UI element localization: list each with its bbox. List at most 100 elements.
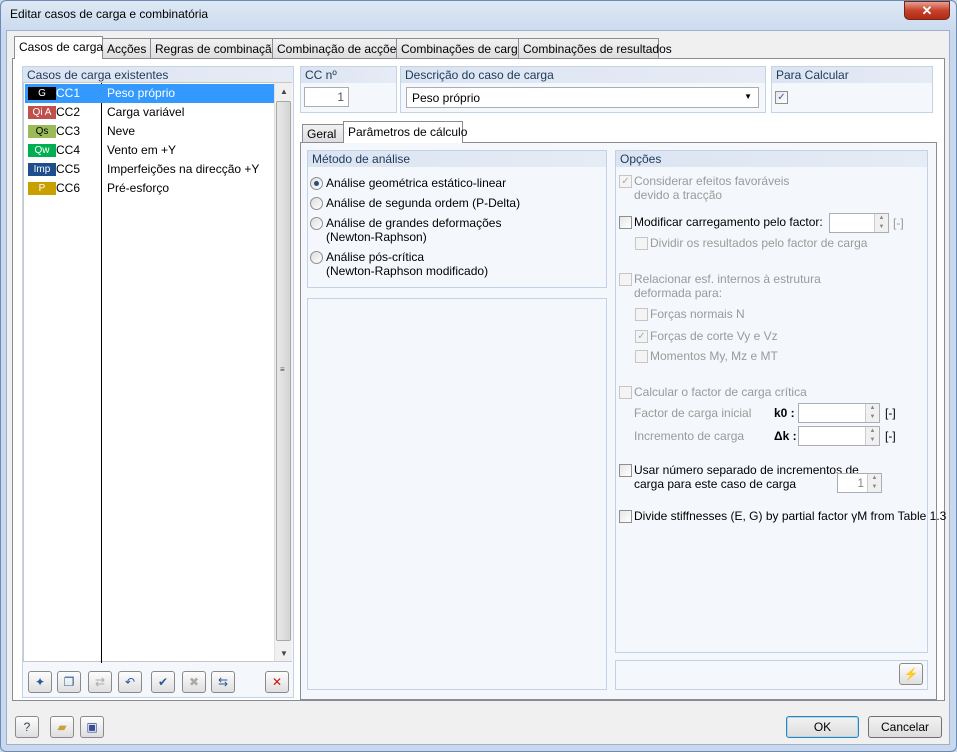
relate-checkbox[interactable] xyxy=(619,273,632,286)
renumber-icon[interactable]: ⇄ xyxy=(88,671,112,693)
moments-checkbox[interactable] xyxy=(635,350,648,363)
divide-results-label: Dividir os resultados pelo factor de car… xyxy=(650,236,868,250)
initial-factor-label: Factor de carga inicial xyxy=(634,406,752,420)
critical-checkbox[interactable] xyxy=(619,386,632,399)
subtab-parametros[interactable]: Parâmetros de cálculo xyxy=(343,121,467,143)
dk-label: Δk : xyxy=(774,429,797,443)
open-folder-icon[interactable]: ▰ xyxy=(50,716,74,738)
load-cases-header: Casos de carga existentes xyxy=(23,67,293,83)
subtab-geral[interactable]: Geral xyxy=(302,124,344,143)
increment-spinner[interactable]: ▲ ▼ xyxy=(798,426,880,446)
tab-combinacoes-resultados[interactable]: Combinações de resultados xyxy=(518,38,672,59)
divide-results-checkbox[interactable] xyxy=(635,237,648,250)
method-radio[interactable] xyxy=(310,251,323,264)
list-scrollbar[interactable]: ▲ ≡ ▼ xyxy=(274,83,292,661)
description-combobox[interactable]: Peso próprio ▼ xyxy=(406,87,759,108)
load-case-description: Pré-esforço xyxy=(107,181,170,195)
load-case-id: CC4 xyxy=(56,143,81,157)
load-case-id: CC6 xyxy=(56,181,81,195)
modify-checkbox[interactable] xyxy=(619,216,632,229)
load-case-row[interactable]: Qi A CC2 Carga variável xyxy=(25,103,275,122)
increment-label: Incremento de carga xyxy=(634,429,745,443)
stiffness-checkbox[interactable] xyxy=(619,510,632,523)
description-value: Peso próprio xyxy=(412,91,481,105)
critical-label: Calcular o factor de carga crítica xyxy=(634,385,807,399)
check-list-icon[interactable]: ✔ xyxy=(151,671,175,693)
cancel-button[interactable]: Cancelar xyxy=(868,716,942,738)
favor-checkbox[interactable]: ✓ xyxy=(619,175,632,188)
load-case-id: CC2 xyxy=(56,105,81,119)
new-load-case-icon[interactable]: ✦ xyxy=(28,671,52,693)
empty-area xyxy=(307,298,607,690)
delete-icon[interactable]: ✕ xyxy=(265,671,289,693)
separate-increments-checkbox[interactable] xyxy=(619,464,632,477)
shear-forces-label: Forças de corte Vy e Vz xyxy=(650,329,778,343)
save-icon[interactable]: ▣ xyxy=(80,716,104,738)
tab-regras[interactable]: Regras de combinação xyxy=(150,38,278,59)
help-icon[interactable]: ? xyxy=(15,716,39,738)
load-case-row[interactable]: Qs CC3 Neve xyxy=(25,122,275,141)
calc-checkbox[interactable]: ✓ xyxy=(775,91,788,104)
load-case-row[interactable]: G CC1 Peso próprio xyxy=(25,84,275,103)
separate-increments-label: Usar número separado de incrementos de ca… xyxy=(634,463,859,491)
method-label: Análise de segunda ordem (P-Delta) xyxy=(326,196,521,210)
calc-label: Para Calcular xyxy=(772,67,932,83)
tab-combinacoes-carga[interactable]: Combinações de carga xyxy=(396,38,524,59)
close-button[interactable]: ✕ xyxy=(904,1,950,20)
favor-label: Considerar efeitos favoráveis devido a tr… xyxy=(634,174,790,202)
load-case-description: Carga variável xyxy=(107,105,185,119)
method-label: Análise de grandes deformações (Newton-Ra… xyxy=(326,216,502,244)
toggle-selection-icon[interactable]: ⇆ xyxy=(211,671,235,693)
load-case-description: Peso próprio xyxy=(107,86,176,100)
load-case-row[interactable]: Qw CC4 Vento em +Y xyxy=(25,141,275,160)
cc-number-input[interactable]: 1 xyxy=(304,87,349,107)
relate-label: Relacionar esf. internos à estrutura defo… xyxy=(634,272,821,300)
options-toolbar xyxy=(615,660,928,690)
load-type-badge: Qw xyxy=(28,144,56,157)
method-radio[interactable] xyxy=(310,197,323,210)
load-case-description: Imperfeições na direcção +Y xyxy=(107,162,260,176)
load-case-description: Neve xyxy=(107,124,136,138)
initial-factor-unit: [-] xyxy=(885,406,896,420)
load-type-badge: Imp xyxy=(28,163,56,176)
tab-casos-de-carga[interactable]: Casos de carga xyxy=(14,36,103,59)
load-case-id: CC1 xyxy=(56,86,81,100)
calculation-settings-icon[interactable]: ⚡ xyxy=(899,663,923,685)
scroll-up-icon[interactable]: ▲ xyxy=(280,87,288,96)
calc-group: Para Calcular xyxy=(771,66,933,113)
ok-button[interactable]: OK xyxy=(786,716,859,738)
normal-forces-label: Forças normais N xyxy=(650,307,745,321)
modify-unit: [-] xyxy=(893,216,904,230)
shear-forces-checkbox[interactable]: ✓ xyxy=(635,330,648,343)
options-header: Opções xyxy=(616,151,927,167)
modify-label: Modificar carregamento pelo factor: xyxy=(634,215,823,229)
modify-factor-spinner[interactable]: ▲ ▼ xyxy=(829,213,889,233)
scroll-down-icon[interactable]: ▼ xyxy=(280,649,288,658)
chevron-down-icon[interactable]: ▼ xyxy=(744,92,752,101)
tab-accoes[interactable]: Acções xyxy=(102,38,151,59)
method-radio[interactable] xyxy=(310,217,323,230)
copy-load-case-icon[interactable]: ❐ xyxy=(57,671,81,693)
initial-factor-spinner[interactable]: ▲ ▼ xyxy=(798,403,880,423)
separate-increments-spinner[interactable]: 1 ▲ ▼ xyxy=(837,473,882,493)
load-case-row[interactable]: P CC6 Pré-esforço xyxy=(25,179,275,198)
cc-number-label: CC nº xyxy=(301,67,396,83)
method-radio[interactable] xyxy=(310,177,323,190)
load-case-row[interactable]: Imp CC5 Imperfeições na direcção +Y xyxy=(25,160,275,179)
load-type-badge: G xyxy=(28,87,56,100)
uncheck-list-icon[interactable]: ✖ xyxy=(182,671,206,693)
increment-unit: [-] xyxy=(885,429,896,443)
method-header: Método de análise xyxy=(308,151,606,167)
tab-combinacao-accoes[interactable]: Combinação de acções xyxy=(272,38,402,59)
grip-icon: ≡ xyxy=(280,365,285,374)
window-title: Editar casos de carga e combinatória xyxy=(10,7,209,21)
method-label: Análise geométrica estático-linear xyxy=(326,176,507,190)
k0-label: k0 : xyxy=(774,406,795,420)
description-label: Descrição do caso de carga xyxy=(401,67,765,83)
load-type-badge: Qs xyxy=(28,125,56,138)
stiffness-label: Divide stiffnesses (E, G) by partial fac… xyxy=(634,509,947,523)
text-format-icon[interactable]: ↶ xyxy=(118,671,142,693)
load-case-id: CC3 xyxy=(56,124,81,138)
normal-forces-checkbox[interactable] xyxy=(635,308,648,321)
load-type-badge: P xyxy=(28,182,56,195)
